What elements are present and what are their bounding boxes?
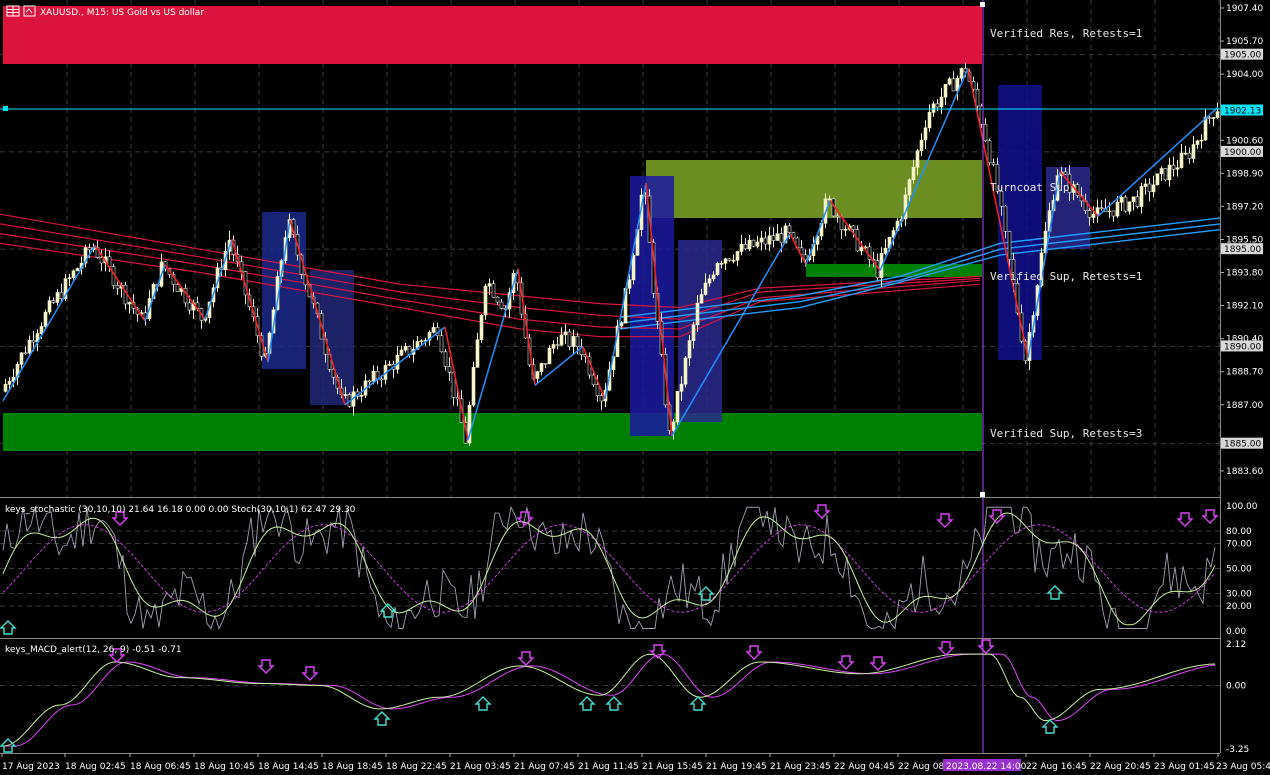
level-price-label: 1905.00 [1224, 51, 1261, 61]
stochastic-level-label: 80.00 [1226, 527, 1252, 537]
macd-level-label: 2.12 [1226, 640, 1246, 650]
time-label: 18 Aug 10:45 [194, 762, 255, 772]
trading-chart[interactable]: Verified Res, Retests=1 Turncoat Sup Ver… [0, 0, 1270, 775]
zone-label-support-1: Verified Sup, Retests=1 [990, 270, 1142, 283]
time-label: 17 Aug 2023 [2, 762, 60, 772]
level-price-label: 1895.00 [1224, 245, 1261, 255]
time-label: 22 Aug 04:45 [834, 762, 895, 772]
time-label: 22 Aug 20:45 [1090, 762, 1151, 772]
price-label: 1887.00 [1226, 401, 1263, 411]
time-label: 22 Aug 16:45 [1026, 762, 1087, 772]
price-label: 1897.20 [1226, 202, 1263, 212]
stochastic-level-label: 0.00 [1226, 627, 1246, 637]
stochastic-level-label: 100.00 [1226, 502, 1258, 512]
time-label: 21 Aug 19:45 [706, 762, 767, 772]
level-price-label: 1885.00 [1224, 440, 1261, 450]
time-label: 18 Aug 06:45 [130, 762, 191, 772]
price-label: 1898.90 [1226, 169, 1263, 179]
price-label: 1892.10 [1226, 302, 1263, 312]
price-label: 1900.60 [1226, 136, 1263, 146]
level-price-label: 1900.00 [1224, 148, 1261, 158]
zone-label-support-3: Verified Sup, Retests=3 [990, 427, 1142, 440]
macd-level-label: -3.25 [1226, 745, 1249, 755]
time-label: 18 Aug 18:45 [322, 762, 383, 772]
time-label: 21 Aug 07:45 [514, 762, 575, 772]
window-title: XAUUSD., M15: US Gold vs US dollar [40, 8, 204, 18]
stochastic-level-label: 30.00 [1226, 590, 1252, 600]
time-label: 23 Aug 05:45 [1216, 762, 1270, 772]
stochastic-level-label: 70.00 [1226, 540, 1252, 550]
pattern-box [678, 240, 722, 422]
macd-level-label: 0.00 [1226, 681, 1246, 691]
price-axis[interactable]: 1907.40 1905.70 1904.00 1900.60 1898.90 1897.… [1220, 4, 1263, 477]
stochastic-header: keys_stochastic (30,10,10) 21.64 16.18 0… [5, 505, 356, 515]
price-label: 1893.80 [1226, 269, 1263, 279]
support-zone-lower [3, 413, 982, 451]
time-label: 21 Aug 11:45 [578, 762, 639, 772]
stochastic-level-label: 50.00 [1226, 565, 1252, 575]
vline-handle-top[interactable] [980, 2, 985, 7]
time-label: 23 Aug 01:45 [1154, 762, 1215, 772]
time-label: 21 Aug 15:45 [642, 762, 703, 772]
time-label: 21 Aug 23:45 [770, 762, 831, 772]
zone-label-resistance: Verified Res, Retests=1 [990, 27, 1142, 40]
time-label: 18 Aug 02:45 [65, 762, 126, 772]
current-price-label: 1902.13 [1224, 107, 1261, 117]
price-label: 1888.70 [1226, 368, 1263, 378]
vline-handle-bottom[interactable] [980, 492, 985, 497]
time-label: 18 Aug 14:45 [258, 762, 319, 772]
price-label: 1907.40 [1226, 4, 1263, 14]
stochastic-level-label: 20.00 [1226, 602, 1252, 612]
level-price-label: 1890.00 [1224, 342, 1261, 352]
time-label: 21 Aug 03:45 [450, 762, 511, 772]
zone-label-turncoat: Turncoat Sup [990, 181, 1069, 194]
cursor-time-label: 2023.08.22 14:00 [943, 759, 1027, 772]
macd-header: keys_MACD_alert(12, 26, 9) -0.51 -0.71 [5, 645, 182, 655]
price-label: 1904.00 [1226, 70, 1263, 80]
price-label: 1905.70 [1226, 37, 1263, 47]
turncoat-zone [646, 160, 982, 218]
svg-text:2023.08.22 14:00: 2023.08.22 14:00 [946, 762, 1027, 772]
time-label: 18 Aug 22:45 [386, 762, 447, 772]
price-line-handle[interactable] [3, 106, 8, 111]
support-zone-upper [806, 264, 982, 277]
price-label: 1883.60 [1226, 467, 1263, 477]
